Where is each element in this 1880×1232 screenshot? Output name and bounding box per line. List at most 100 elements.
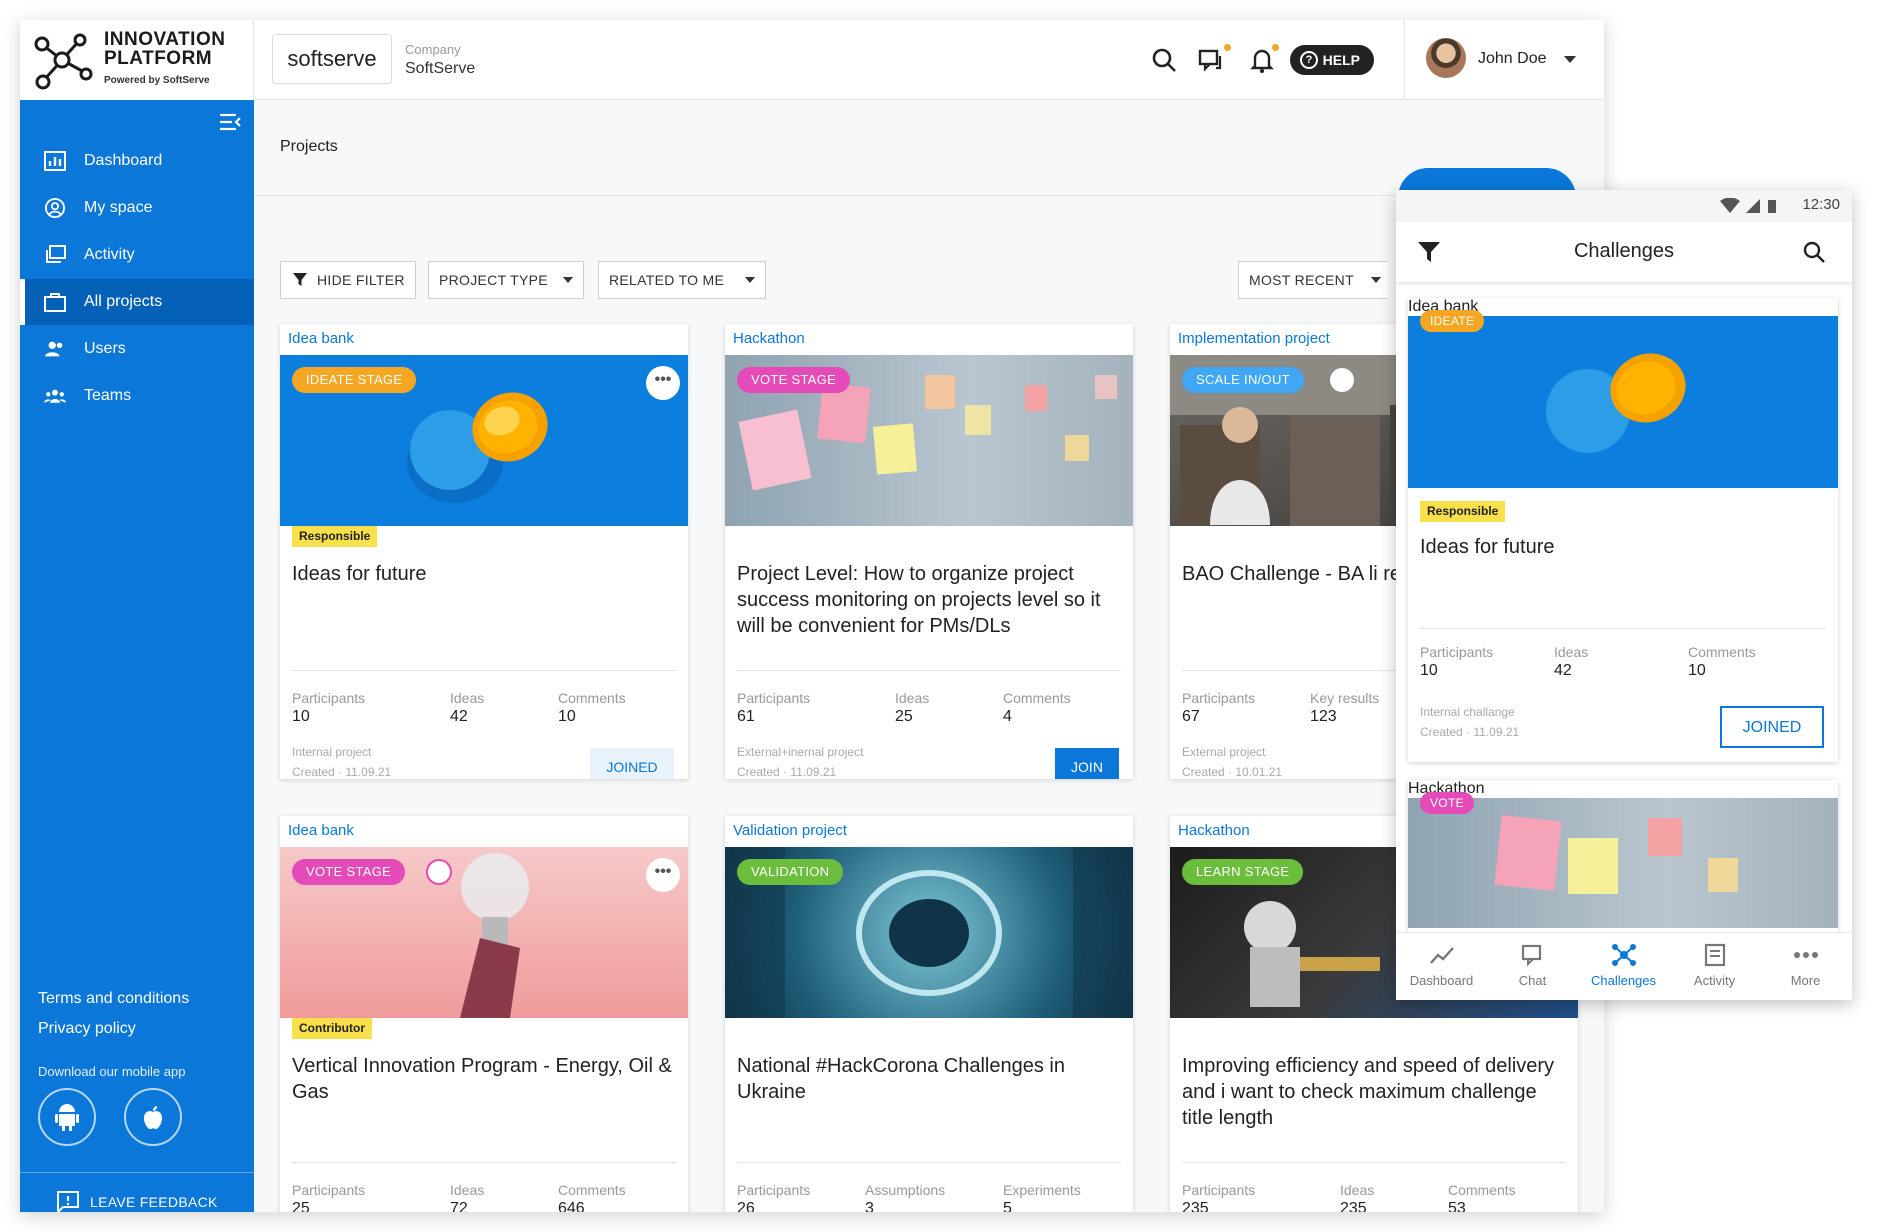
role-badge: Contributor — [292, 1018, 372, 1039]
project-image: VOTE — [1408, 792, 1838, 928]
challenge-card[interactable]: Hackathon VOTE — [1408, 780, 1838, 940]
stat-value: 72 — [450, 1200, 468, 1212]
stat-label: Comments — [1448, 1182, 1516, 1198]
sidebar-item-my-space[interactable]: My space — [20, 185, 254, 231]
network-logo-icon — [34, 33, 93, 90]
project-title[interactable]: Ideas for future — [292, 561, 682, 587]
card-divider — [292, 1162, 676, 1163]
tab-activity[interactable]: Activity — [1669, 933, 1760, 1000]
tab-dashboard[interactable]: Dashboard — [1396, 933, 1487, 1000]
sidebar-item-label: Teams — [84, 387, 132, 404]
more-options-icon[interactable]: ••• — [646, 858, 680, 892]
project-card[interactable]: Idea bank IDEATE STAGE ••• Responsible I… — [280, 324, 688, 779]
privacy-link[interactable]: Privacy policy — [38, 1020, 136, 1038]
joined-button[interactable]: JOINED — [1720, 706, 1824, 748]
project-title[interactable]: Vertical Innovation Program - Energy, Oi… — [292, 1053, 682, 1105]
tab-more[interactable]: More — [1760, 933, 1851, 1000]
orange-image — [1546, 353, 1686, 453]
join-button[interactable]: JOIN — [1055, 748, 1119, 779]
stat-value: 5 — [1003, 1200, 1012, 1212]
tab-challenges[interactable]: Challenges — [1578, 933, 1669, 1000]
project-card[interactable]: Hackathon VOTE STAGE Project Level: How … — [725, 324, 1133, 779]
stat-label: Comments — [558, 1182, 626, 1198]
terms-link[interactable]: Terms and conditions — [38, 990, 189, 1008]
stat-value: 235 — [1340, 1200, 1367, 1212]
user-name[interactable]: John Doe — [1478, 50, 1547, 68]
sidebar-item-all-projects[interactable]: All projects — [20, 279, 254, 325]
project-title[interactable]: National #HackCorona Challenges in Ukrai… — [737, 1053, 1127, 1105]
project-card[interactable]: Idea bank VOTE STAGE ••• Contributor Ver… — [280, 816, 688, 1212]
help-button[interactable]: ? HELP — [1290, 45, 1374, 75]
stat-label: Ideas — [1554, 644, 1589, 660]
stage-badge: VALIDATION — [737, 859, 844, 885]
project-meta: Internal project Created · 11.09.21 — [292, 745, 392, 779]
company-logo[interactable]: softserve — [272, 34, 392, 84]
activity-icon — [1704, 943, 1726, 967]
challenge-card[interactable]: Idea bank IDEATE Responsible Ideas for f… — [1408, 298, 1838, 762]
stage-badge: IDEATE — [1420, 310, 1485, 332]
chevron-down-icon — [1371, 277, 1381, 283]
stat-label: Participants — [737, 690, 811, 706]
stat-label: Participants — [737, 1182, 811, 1198]
company-label: Company — [405, 42, 461, 57]
stat-value: 26 — [737, 1200, 755, 1212]
sticky-notes-image — [1494, 815, 1738, 894]
stage-badge: VOTE — [1420, 792, 1474, 814]
stage-badge: LEARN STAGE — [1182, 859, 1304, 885]
android-store-button[interactable] — [38, 1088, 96, 1146]
stage-badge: SCALE IN/OUT — [1182, 367, 1304, 393]
collapse-menu-icon[interactable] — [218, 112, 242, 132]
stat-value: 67 — [1182, 708, 1200, 725]
filter-icon — [293, 273, 307, 286]
project-card[interactable]: Validation project VALIDATION National #… — [725, 816, 1133, 1212]
chat-icon — [1521, 944, 1542, 967]
sidebar-item-dashboard[interactable]: Dashboard — [20, 138, 254, 184]
stat-label: Ideas — [1340, 1182, 1375, 1198]
chat-icon[interactable] — [1197, 46, 1225, 74]
project-type-dropdown[interactable]: PROJECT TYPE — [428, 261, 584, 299]
project-title[interactable]: Project Level: How to organize project s… — [737, 561, 1127, 639]
apple-store-button[interactable] — [124, 1088, 182, 1146]
more-icon — [1794, 952, 1818, 958]
chevron-down-icon[interactable] — [1564, 56, 1576, 63]
project-type: Hackathon — [1408, 780, 1485, 797]
tab-chat[interactable]: Chat — [1487, 933, 1578, 1000]
bell-icon[interactable] — [1248, 46, 1276, 74]
sidebar-item-users[interactable]: Users — [20, 326, 254, 372]
card-divider — [1420, 628, 1826, 629]
challenges-icon — [1612, 944, 1636, 966]
user-circle-icon — [45, 198, 65, 218]
stat-value: 10 — [558, 708, 576, 725]
stat-label: Comments — [1003, 690, 1071, 706]
search-icon[interactable] — [1802, 240, 1826, 264]
sidebar-item-activity[interactable]: Activity — [20, 232, 254, 278]
challenge-title[interactable]: Ideas for future — [1420, 534, 1810, 560]
hide-filter-button[interactable]: HIDE FILTER — [280, 261, 416, 299]
logo-subtitle: Powered by SoftServe — [104, 75, 210, 86]
project-image: IDEATE STAGE ••• — [280, 355, 688, 526]
related-to-me-dropdown[interactable]: RELATED TO ME — [598, 261, 766, 299]
project-image: VOTE STAGE ••• — [280, 847, 688, 1018]
status-time: 12:30 — [1802, 196, 1840, 213]
avatar[interactable] — [1426, 38, 1466, 78]
sidebar-item-label: Activity — [84, 246, 135, 263]
mobile-header: Challenges — [1396, 222, 1852, 282]
stat-value: 25 — [895, 708, 913, 725]
chat-notification-dot — [1224, 44, 1231, 51]
leave-feedback-button[interactable]: LEAVE FEEDBACK — [20, 1172, 254, 1212]
sort-dropdown[interactable]: MOST RECENT — [1238, 261, 1388, 299]
joined-button[interactable]: JOINED — [590, 748, 674, 779]
question-icon: ? — [1300, 51, 1318, 69]
app-logo[interactable]: INNOVATION PLATFORM Powered by SoftServe — [20, 20, 254, 100]
stat-label: Key results — [1310, 690, 1380, 706]
more-options-icon[interactable]: ••• — [646, 366, 680, 400]
status-bar: 12:30 — [1396, 190, 1852, 222]
chevron-down-icon — [563, 277, 573, 283]
project-title[interactable]: Improving efficiency and speed of delive… — [1182, 1053, 1572, 1131]
stat-value: 42 — [1554, 662, 1572, 679]
sidebar-item-teams[interactable]: Teams — [20, 373, 254, 419]
chevron-down-icon — [745, 277, 755, 283]
download-app-text: Download our mobile app — [38, 1064, 186, 1079]
search-icon[interactable] — [1150, 46, 1178, 74]
status-icon — [1330, 368, 1354, 392]
